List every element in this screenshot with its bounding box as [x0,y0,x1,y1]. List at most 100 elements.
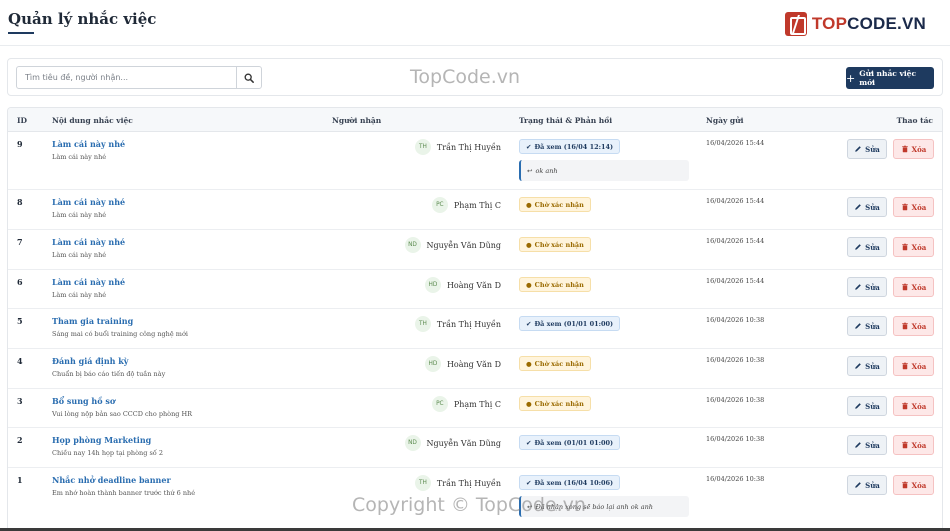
edit-button[interactable]: Sửa [847,475,887,495]
recipient-name: Trần Thị Huyền [436,142,501,152]
reminder-id: 6 [17,277,23,287]
delete-label: Xóa [911,440,927,450]
delete-button[interactable]: Xóa [893,197,934,217]
trash-icon [901,145,908,153]
edit-label: Sửa [865,440,880,450]
brand-logo[interactable]: TOPCODE.VN [784,10,926,38]
pencil-icon [855,482,861,488]
edit-label: Sửa [865,321,880,331]
avatar: PC [431,197,448,213]
edit-label: Sửa [865,282,880,292]
delete-button[interactable]: Xóa [893,356,934,376]
avatar: TH [414,316,431,332]
trash-icon [901,322,908,330]
sent-date: 16/04/2026 10:38 [706,475,765,483]
trash-icon [901,283,908,291]
recipient: PC Phạm Thị C [431,197,501,213]
status-badge: ✔ Đã xem (16/04 12:14) [519,139,621,154]
delete-button[interactable]: Xóa [893,396,934,416]
reply-box: ↩ Đã nhận xong sẽ báo lại anh ok anh [519,496,689,517]
edit-button[interactable]: Sửa [847,356,887,376]
reminder-title[interactable]: Đánh giá định kỳ [52,356,128,366]
reminder-title[interactable]: Làm cái này nhé [52,237,125,247]
edit-button[interactable]: Sửa [847,197,887,217]
recipient-name: Nguyễn Văn Dũng [426,438,502,448]
reminder-title[interactable]: Bổ sung hồ sơ [52,396,115,406]
edit-label: Sửa [865,480,880,490]
search-input[interactable] [17,67,236,88]
avatar: TH [414,139,431,155]
edit-label: Sửa [865,361,880,371]
delete-label: Xóa [911,480,927,490]
clock-icon: ● [526,280,532,289]
recipient: HD Hoàng Văn D [424,356,501,372]
delete-button[interactable]: Xóa [893,139,934,159]
clock-icon: ● [526,399,532,408]
edit-button[interactable]: Sửa [847,237,887,257]
delete-button[interactable]: Xóa [893,237,934,257]
edit-button[interactable]: Sửa [847,139,887,159]
send-reminder-button[interactable]: + Gửi nhắc việc mới [846,67,934,89]
reminder-id: 2 [17,435,23,445]
recipient: ND Nguyễn Văn Dũng [404,435,502,451]
avatar: HD [424,277,441,293]
reminder-title[interactable]: Làm cái này nhé [52,277,125,287]
edit-button[interactable]: Sửa [847,316,887,336]
status-badge: ● Chờ xác nhận [519,356,591,371]
reminder-id: 5 [17,316,23,326]
reminder-title[interactable]: Làm cái này nhé [52,139,125,149]
delete-label: Xóa [911,202,927,212]
search-box [16,66,262,89]
edit-button[interactable]: Sửa [847,435,887,455]
edit-label: Sửa [865,202,880,212]
table-row: 2 Họp phòng Marketing Chiều nay 14h họp tạ… [8,428,942,468]
trash-icon [901,362,908,370]
trash-icon [901,243,908,251]
reminder-id: 7 [17,237,23,247]
delete-label: Xóa [911,321,927,331]
sent-date: 16/04/2026 10:38 [706,316,765,324]
delete-button[interactable]: Xóa [893,475,934,495]
status-badge: ● Chờ xác nhận [519,197,591,212]
reminder-title[interactable]: Làm cái này nhé [52,197,125,207]
send-reminder-label: Gửi nhắc việc mới [859,69,917,87]
edit-button[interactable]: Sửa [847,277,887,297]
reminder-id: 8 [17,197,23,207]
table-row: 8 Làm cái này nhé Làm cái này nhé PC Phạm Th… [8,190,942,230]
delete-button[interactable]: Xóa [893,316,934,336]
trash-icon [901,481,908,489]
pencil-icon [855,284,861,290]
reminder-title[interactable]: Tham gia training [52,316,133,326]
sent-date: 16/04/2026 10:38 [706,356,765,364]
double-check-icon: ✔ [526,319,532,328]
avatar: TH [414,475,431,491]
trash-icon [901,203,908,211]
brand-name: TOPCODE.VN [811,14,926,33]
table-row: 4 Đánh giá định kỳ Chuẩn bị báo cáo tiến đ… [8,349,942,389]
reminder-description: Vui lòng nộp bản sao CCCD cho phòng HR [52,410,193,418]
recipient: TH Trần Thị Huyền [414,475,501,491]
avatar: ND [404,237,421,253]
status-badge: ✔ Đã xem (16/04 10:06) [519,475,621,490]
recipient-name: Phạm Thị C [453,200,501,210]
pencil-icon [855,403,861,409]
recipient-name: Hoàng Văn D [446,359,501,369]
delete-button[interactable]: Xóa [893,277,934,297]
pencil-icon [855,323,861,329]
reminder-title[interactable]: Họp phòng Marketing [52,435,151,445]
reminder-description: Làm cái này nhé [52,211,107,219]
edit-button[interactable]: Sửa [847,396,887,416]
reminder-table: ID Nội dung nhắc việc Người nhận Trạng t… [7,107,943,531]
recipient: ND Nguyễn Văn Dũng [404,237,501,253]
pencil-icon [855,244,861,250]
reminder-id: 1 [17,475,23,485]
recipient: TH Trần Thị Huyền [414,316,501,332]
pencil-icon [855,363,861,369]
delete-button[interactable]: Xóa [893,435,934,455]
status-badge: ✔ Đã xem (01/01 01:00) [519,435,621,450]
reply-icon: ↩ [527,166,533,175]
reminder-description: Chuẩn bị báo cáo tiến độ tuần này [52,370,166,378]
table-header: ID Nội dung nhắc việc Người nhận Trạng t… [8,108,942,132]
search-button[interactable] [236,67,261,88]
reminder-title[interactable]: Nhắc nhở deadline banner [52,475,171,485]
